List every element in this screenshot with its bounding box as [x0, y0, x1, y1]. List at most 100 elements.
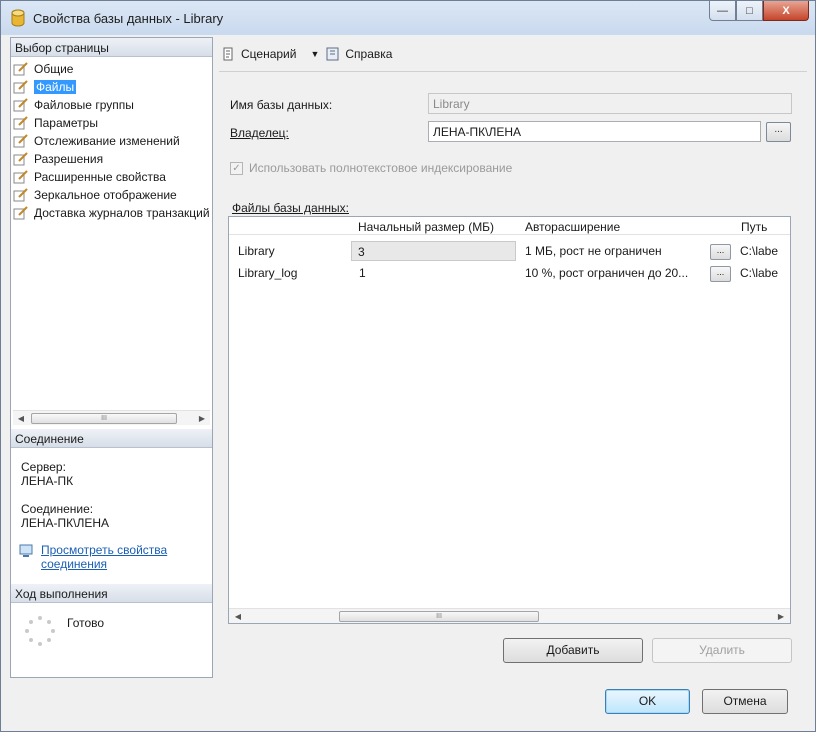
- page-item-change-tracking[interactable]: Отслеживание изменений: [13, 132, 211, 150]
- wrench-page-icon: [13, 80, 28, 94]
- db-files-label-text: Файлы базы данных:: [232, 201, 349, 215]
- cancel-button[interactable]: Отмена: [702, 689, 788, 714]
- file-name-cell[interactable]: Library_log: [238, 266, 297, 280]
- select-page-header: Выбор страницы: [11, 38, 212, 57]
- table-row[interactable]: Library_log 1 10 %, рост ограничен до 20…: [229, 262, 790, 284]
- page-item-options[interactable]: Параметры: [13, 114, 211, 132]
- owner-field[interactable]: ЛЕНА-ПК\ЛЕНА: [428, 121, 761, 142]
- fulltext-label: Использовать полнотекстовое индексирован…: [249, 161, 513, 175]
- path-cell: C:\labe: [740, 244, 779, 258]
- table-row[interactable]: Library 3 1 МБ, рост не ограничен ... C:…: [229, 240, 790, 262]
- maximize-button[interactable]: □: [736, 1, 763, 21]
- connection-properties-icon: [19, 544, 33, 557]
- page-item-label: Расширенные свойства: [34, 170, 166, 184]
- help-button[interactable]: Справка: [325, 46, 392, 62]
- grid-header: Начальный размер (МБ) Авторасширение Пут…: [229, 217, 790, 235]
- autogrowth-browse-button[interactable]: ...: [710, 266, 731, 282]
- page-item-files[interactable]: Файлы: [13, 78, 211, 96]
- owner-label: Владелец:: [230, 126, 289, 140]
- column-header-initial-size[interactable]: Начальный размер (МБ): [358, 220, 494, 234]
- database-properties-window: Свойства базы данных - Library — □ X Выб…: [0, 0, 816, 732]
- autogrowth-cell: 10 %, рост ограничен до 20...: [525, 266, 689, 280]
- caption-buttons: — □ X: [709, 1, 809, 23]
- toolbar: Сценарий ▼ Справка: [221, 43, 392, 65]
- page-item-label: Доставка журналов транзакций: [34, 206, 210, 220]
- page-item-log-shipping[interactable]: Доставка журналов транзакций: [13, 204, 211, 222]
- page-item-permissions[interactable]: Разрешения: [13, 150, 211, 168]
- db-files-grid: Начальный размер (МБ) Авторасширение Пут…: [228, 216, 791, 624]
- server-value: ЛЕНА-ПК: [21, 474, 74, 488]
- page-item-filegroups[interactable]: Файловые группы: [13, 96, 211, 114]
- page-list: Общие Файлы Файловые группы Параметры От…: [13, 60, 211, 222]
- db-files-label: Файлы базы данных:: [232, 201, 349, 215]
- toolbar-separator: [219, 71, 807, 72]
- page-item-extended-properties[interactable]: Расширенные свойства: [13, 168, 211, 186]
- help-label: Справка: [345, 47, 393, 61]
- wrench-page-icon: [13, 152, 28, 166]
- page-item-label: Файлы: [34, 80, 77, 94]
- add-button[interactable]: Добавить: [503, 638, 643, 663]
- autogrowth-browse-button[interactable]: ...: [710, 244, 731, 260]
- scroll-thumb[interactable]: III: [31, 413, 177, 424]
- column-header-autogrowth[interactable]: Авторасширение: [525, 220, 620, 234]
- db-name-field[interactable]: Library: [428, 93, 792, 114]
- window-title: Свойства базы данных - Library: [33, 11, 224, 26]
- page-item-general[interactable]: Общие: [13, 60, 211, 78]
- autogrowth-cell: 1 МБ, рост не ограничен: [525, 244, 662, 258]
- wrench-page-icon: [13, 134, 28, 148]
- server-info: Сервер: ЛЕНА-ПК: [21, 460, 73, 488]
- wrench-page-icon: [13, 170, 28, 184]
- wrench-page-icon: [13, 116, 28, 130]
- initial-size-cell[interactable]: 3: [351, 241, 516, 261]
- page-item-label: Зеркальное отображение: [34, 188, 177, 202]
- path-cell: C:\labe: [740, 266, 779, 280]
- remove-button[interactable]: Удалить: [652, 638, 792, 663]
- initial-size-cell[interactable]: 1: [359, 266, 366, 280]
- help-icon: [326, 47, 339, 61]
- wrench-page-icon: [13, 188, 28, 202]
- scroll-left-icon[interactable]: ◀: [232, 611, 244, 622]
- view-connection-link[interactable]: Просмотреть свойства соединения: [41, 543, 191, 571]
- owner-browse-button[interactable]: ...: [766, 122, 791, 142]
- page-item-label: Параметры: [34, 116, 98, 130]
- file-name-cell[interactable]: Library: [238, 244, 275, 258]
- progress-header: Ход выполнения: [11, 584, 212, 603]
- owner-label-text: Владелец:: [230, 126, 289, 140]
- database-icon: [11, 9, 25, 27]
- scroll-thumb[interactable]: III: [339, 611, 539, 622]
- wrench-page-icon: [13, 206, 28, 220]
- page-item-label: Файловые группы: [34, 98, 134, 112]
- view-connection-properties[interactable]: Просмотреть свойства соединения: [19, 543, 191, 571]
- progress-status: Готово: [67, 616, 105, 630]
- scroll-left-icon[interactable]: ◀: [15, 413, 27, 424]
- page-list-scrollbar[interactable]: ◀ III ▶: [13, 410, 210, 425]
- scroll-right-icon[interactable]: ▶: [196, 413, 208, 424]
- close-button[interactable]: X: [763, 1, 809, 21]
- connection-header: Соединение: [11, 429, 212, 448]
- grid-scrollbar[interactable]: ◀ III ▶: [229, 608, 790, 623]
- connection-label: Соединение:: [21, 502, 94, 516]
- script-button[interactable]: Сценарий: [221, 46, 296, 62]
- script-label: Сценарий: [241, 47, 297, 61]
- left-pane: Выбор страницы Общие Файлы Файловые груп…: [10, 37, 213, 678]
- script-icon: [223, 47, 233, 61]
- wrench-page-icon: [13, 62, 28, 76]
- db-name-label: Имя базы данных:: [230, 98, 333, 112]
- column-header-path[interactable]: Путь: [741, 220, 767, 234]
- scroll-right-icon[interactable]: ▶: [775, 611, 787, 622]
- page-item-label: Отслеживание изменений: [34, 134, 180, 148]
- fulltext-checkbox-row[interactable]: ✓ Использовать полнотекстовое индексиров…: [230, 161, 512, 175]
- page-item-label: Общие: [34, 62, 74, 76]
- connection-info: Соединение: ЛЕНА-ПК\ЛЕНА: [21, 502, 109, 530]
- page-item-label: Разрешения: [34, 152, 104, 166]
- fulltext-checkbox[interactable]: ✓: [230, 161, 243, 175]
- page-item-mirroring[interactable]: Зеркальное отображение: [13, 186, 211, 204]
- progress-spinner-icon: [25, 616, 55, 646]
- minimize-button[interactable]: —: [709, 1, 736, 21]
- connection-value: ЛЕНА-ПК\ЛЕНА: [21, 516, 110, 530]
- script-dropdown-icon[interactable]: ▼: [310, 49, 319, 59]
- wrench-page-icon: [13, 98, 28, 112]
- ok-button[interactable]: OK: [605, 689, 690, 714]
- title-bar[interactable]: Свойства базы данных - Library — □ X: [1, 1, 815, 35]
- server-label: Сервер:: [21, 460, 66, 474]
